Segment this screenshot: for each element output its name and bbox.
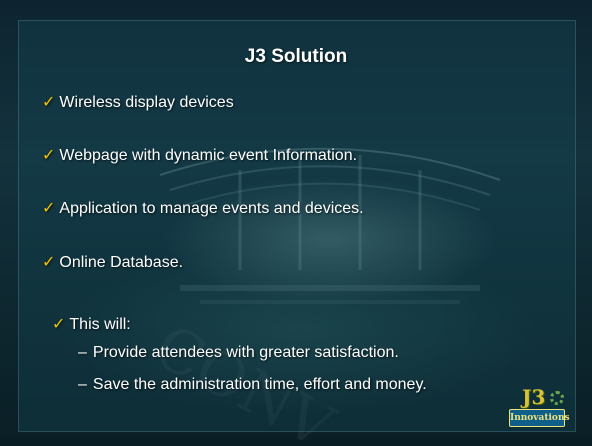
bullet-text: Application to manage events and devices…: [59, 200, 364, 217]
presentation-slide: CONV J3 Solution ✓ Wireless display devic…: [0, 0, 592, 446]
checkmark-icon: ✓: [42, 252, 56, 271]
slide-title: J3 Solution: [244, 46, 348, 67]
checkmark-icon: ✓: [52, 314, 66, 333]
bullet-item: ✓ Online Database.: [42, 252, 183, 272]
bullet-text: Webpage with dynamic event Information.: [59, 147, 358, 164]
bullet-item: ✓ Wireless display devices: [42, 92, 234, 112]
checkmark-icon: ✓: [42, 92, 56, 111]
gear-icon: [550, 391, 564, 405]
bullet-item: ✓ Application to manage events and device…: [42, 198, 364, 218]
bullet-item: ✓ Webpage with dynamic event Information.: [42, 145, 357, 165]
summary-item: ✓ This will:: [52, 314, 131, 334]
sub-bullet-text: Save the administration time, effort and…: [92, 376, 427, 393]
dash-icon: –: [78, 376, 87, 393]
sub-bullet-item: – Save the administration time, effort an…: [78, 376, 427, 394]
checkmark-icon: ✓: [42, 145, 56, 164]
bullet-text: Online Database.: [59, 254, 184, 271]
content-panel: [18, 20, 576, 432]
logo-text: Innovations: [509, 409, 570, 427]
checkmark-icon: ✓: [42, 198, 56, 217]
summary-text: This will:: [69, 316, 131, 333]
logo-mark: J3: [522, 385, 546, 409]
sub-bullet-item: – Provide attendees with greater satisfac…: [78, 344, 399, 362]
dash-icon: –: [78, 344, 87, 361]
bullet-text: Wireless display devices: [59, 94, 234, 111]
sub-bullet-text: Provide attendees with greater satisfact…: [92, 344, 399, 361]
j3-innovations-logo: J3 Innovations: [506, 383, 570, 431]
